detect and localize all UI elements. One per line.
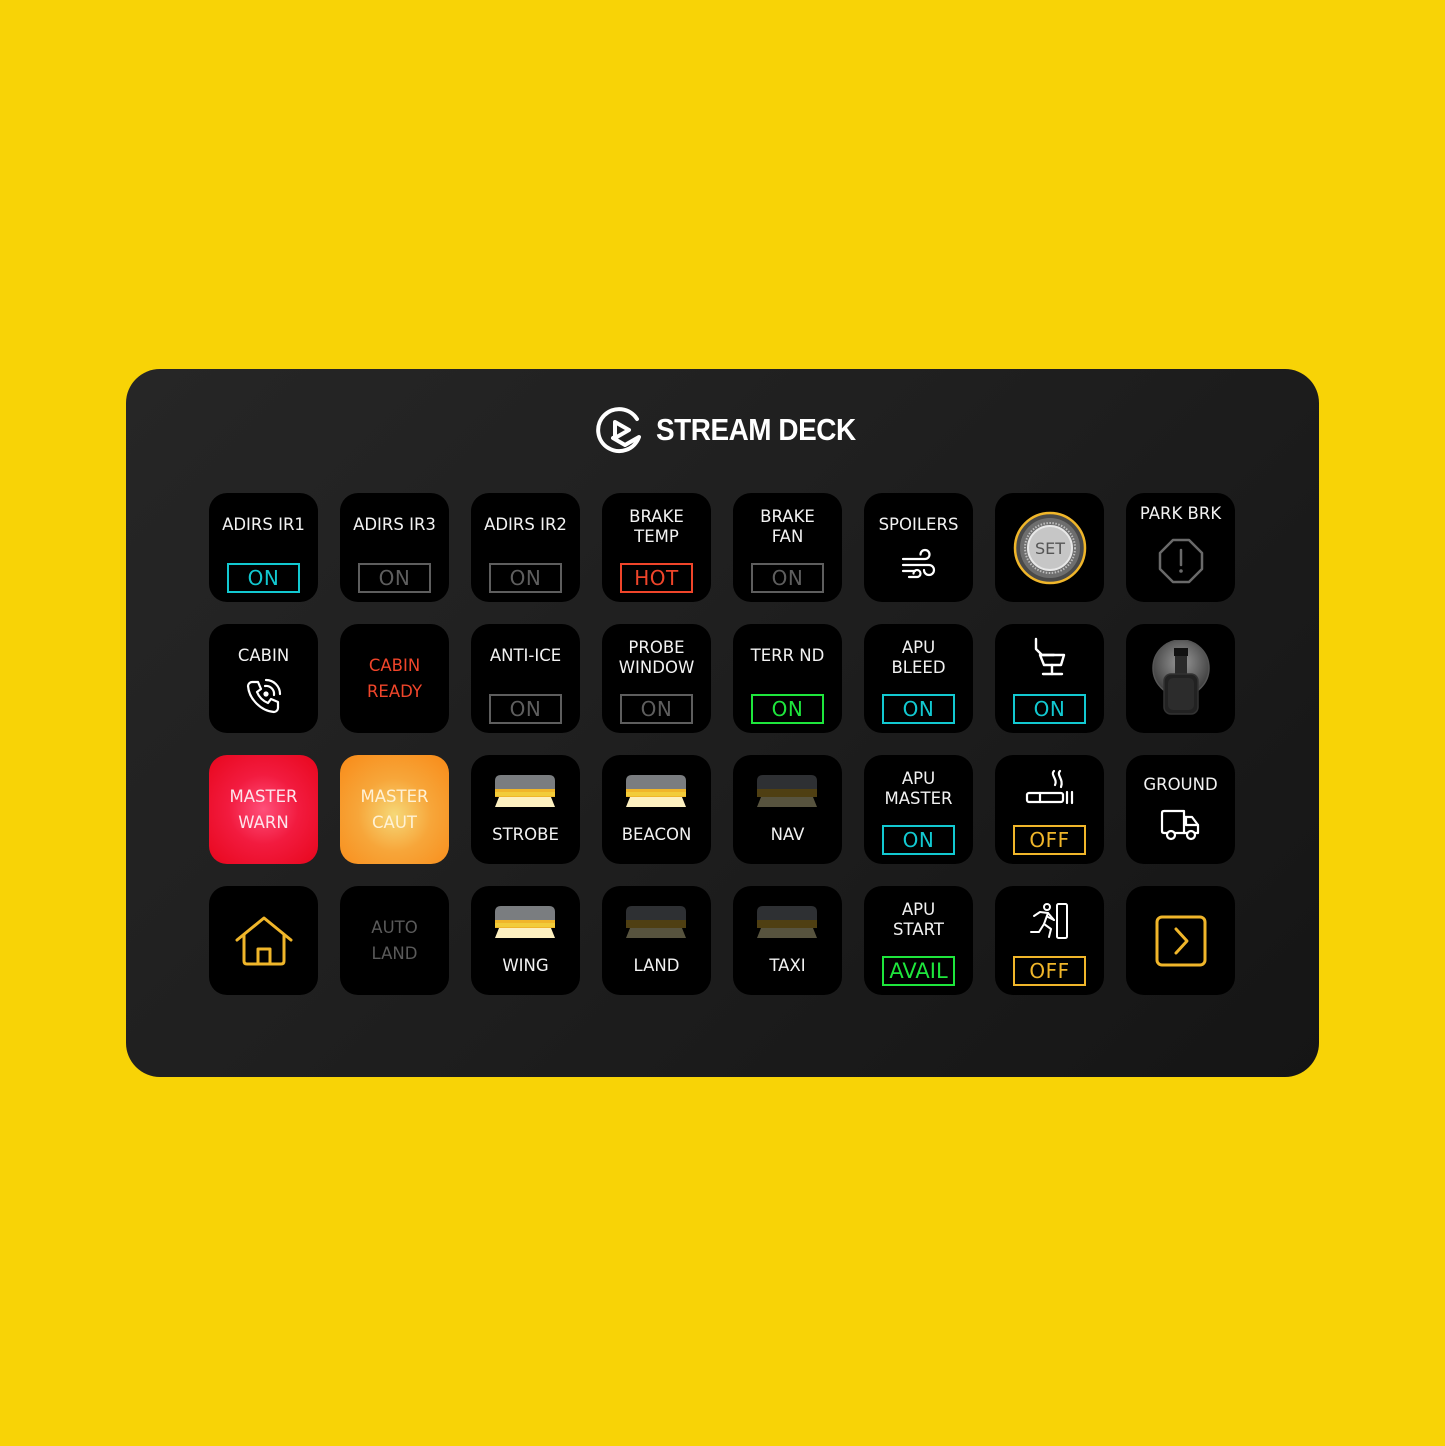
emergency-exit-icon [1029, 903, 1068, 939]
key-label: BEACON [621, 824, 692, 844]
key-label: TAXI [769, 955, 806, 975]
knob-label: SET [1034, 539, 1064, 558]
chevron-right-icon [1155, 915, 1206, 966]
light-on-icon [626, 775, 686, 807]
key-probe-window[interactable]: PROBE WINDOW ON [602, 624, 711, 733]
key-toggle-switch[interactable] [1126, 624, 1235, 733]
key-label: SPOILERS [878, 515, 959, 534]
key-seat-belts[interactable]: ON [995, 624, 1104, 733]
key-auto-land[interactable]: AUTO LAND [340, 886, 449, 995]
key-label: BRAKE FAN [760, 507, 815, 546]
key-label: ADIRS IR1 [222, 515, 305, 534]
key-adirs-ir2[interactable]: ADIRS IR2 ON [471, 493, 580, 602]
key-label: MASTER CAUT [360, 786, 429, 832]
key-label: GROUND [1143, 775, 1218, 794]
key-label: APU START [893, 900, 944, 939]
key-label: MASTER WARN [229, 786, 298, 832]
key-apu-start[interactable]: APU START AVAIL [864, 886, 973, 995]
key-brake-temp[interactable]: BRAKE TEMP HOT [602, 493, 711, 602]
knob-icon: SET [1013, 511, 1086, 584]
key-adirs-ir1[interactable]: ADIRS IR1 ON [209, 493, 318, 602]
key-label: LAND [633, 955, 680, 975]
status-badge: ON [882, 694, 955, 724]
status-badge: OFF [1013, 825, 1086, 855]
key-master-caut[interactable]: MASTER CAUT [340, 755, 449, 864]
status-badge: ON [1013, 694, 1086, 724]
key-apu-master[interactable]: APU MASTER ON [864, 755, 973, 864]
status-badge: ON [882, 825, 955, 855]
light-off-icon [626, 906, 686, 938]
key-home[interactable] [209, 886, 318, 995]
key-spoilers[interactable]: SPOILERS [864, 493, 973, 602]
light-off-icon [757, 906, 817, 938]
brand-title: STREAM DECK [656, 412, 856, 447]
key-label: NAV [770, 824, 805, 844]
key-label: APU BLEED [891, 638, 946, 677]
brand-header: STREAM DECK [596, 405, 878, 455]
seat-icon [1034, 637, 1065, 676]
status-badge: ON [358, 563, 431, 593]
status-badge: ON [489, 694, 562, 724]
status-badge: HOT [620, 563, 693, 593]
cigarette-icon [1025, 769, 1073, 805]
key-label: AUTO LAND [371, 917, 418, 963]
light-on-icon [495, 775, 555, 807]
key-wing[interactable]: WING [471, 886, 580, 995]
key-label: BRAKE TEMP [629, 507, 684, 546]
key-set-knob[interactable]: SET [995, 493, 1104, 602]
key-label: ADIRS IR2 [484, 515, 567, 534]
home-icon [235, 916, 292, 965]
key-label: APU MASTER [884, 769, 953, 808]
key-emer-exit[interactable]: OFF [995, 886, 1104, 995]
toggle-switch-icon [1151, 639, 1210, 715]
key-brake-fan[interactable]: BRAKE FAN ON [733, 493, 842, 602]
key-master-warn[interactable]: MASTER WARN [209, 755, 318, 864]
octagon-alert-icon [1158, 538, 1203, 584]
key-park-brk[interactable]: PARK BRK [1126, 493, 1235, 602]
stream-deck-device: STREAM DECK ADIRS IR1 ON ADIRS IR3 ON AD… [126, 369, 1319, 1077]
key-adirs-ir3[interactable]: ADIRS IR3 ON [340, 493, 449, 602]
status-badge: ON [227, 563, 300, 593]
key-no-smoking[interactable]: OFF [995, 755, 1104, 864]
key-land[interactable]: LAND [602, 886, 711, 995]
key-label: ADIRS IR3 [353, 515, 436, 534]
wind-icon [901, 548, 935, 579]
key-nav[interactable]: NAV [733, 755, 842, 864]
key-label: CABIN [237, 646, 290, 665]
status-badge: ON [751, 563, 824, 593]
key-strobe[interactable]: STROBE [471, 755, 580, 864]
light-off-icon [757, 775, 817, 807]
status-badge: ON [489, 563, 562, 593]
key-label: TERR ND [750, 646, 825, 665]
status-badge: ON [751, 694, 824, 724]
status-badge: AVAIL [882, 956, 955, 986]
key-anti-ice[interactable]: ANTI-ICE ON [471, 624, 580, 733]
truck-icon [1160, 809, 1199, 841]
key-taxi[interactable]: TAXI [733, 886, 842, 995]
key-label: ANTI-ICE [489, 646, 562, 665]
status-badge: ON [620, 694, 693, 724]
key-terr-nd[interactable]: TERR ND ON [733, 624, 842, 733]
key-label: STROBE [492, 824, 559, 844]
key-cabin-ready[interactable]: CABIN READY [340, 624, 449, 733]
key-label: WING [502, 955, 549, 975]
phone-call-icon [246, 678, 281, 714]
key-grid: ADIRS IR1 ON ADIRS IR3 ON ADIRS IR2 ON B… [209, 493, 1235, 995]
key-label: CABIN READY [366, 655, 423, 701]
key-beacon[interactable]: BEACON [602, 755, 711, 864]
key-cabin[interactable]: CABIN [209, 624, 318, 733]
elgato-logo-icon [596, 407, 641, 454]
key-label: PROBE WINDOW [618, 638, 695, 677]
key-apu-bleed[interactable]: APU BLEED ON [864, 624, 973, 733]
key-label: PARK BRK [1139, 504, 1222, 523]
key-ground[interactable]: GROUND [1126, 755, 1235, 864]
light-on-icon [495, 906, 555, 938]
status-badge: OFF [1013, 956, 1086, 986]
key-next-page[interactable] [1126, 886, 1235, 995]
